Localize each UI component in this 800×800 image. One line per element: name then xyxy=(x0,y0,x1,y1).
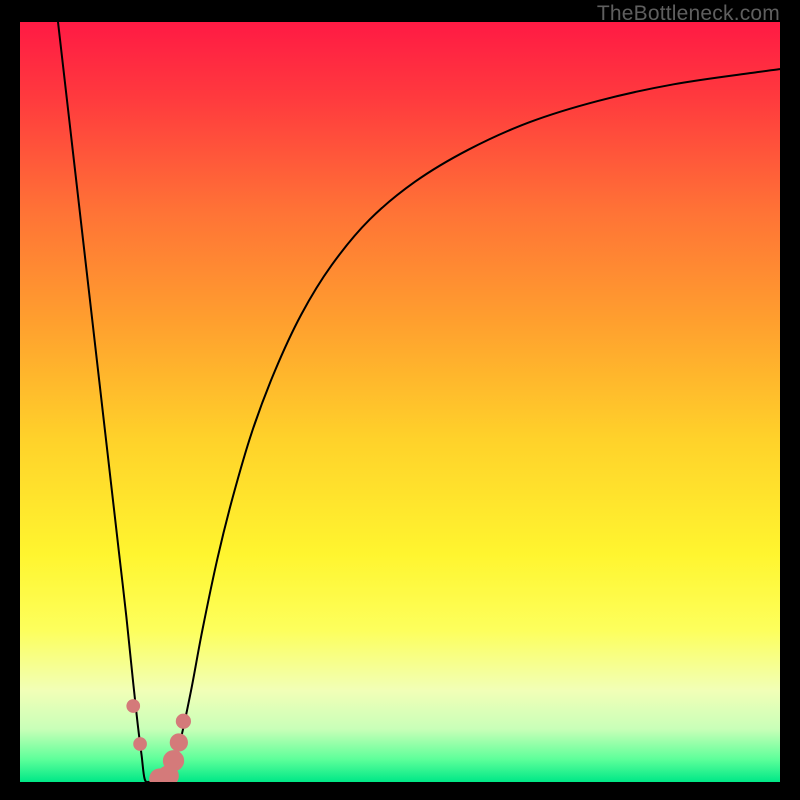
bottleneck-chart xyxy=(20,22,780,782)
marker-right-1 xyxy=(163,750,184,771)
chart-frame xyxy=(20,22,780,782)
marker-right-2 xyxy=(170,733,188,751)
marker-left-2 xyxy=(133,737,147,751)
gradient-background xyxy=(20,22,780,782)
marker-left-1 xyxy=(126,699,140,713)
marker-right-3 xyxy=(176,714,191,729)
